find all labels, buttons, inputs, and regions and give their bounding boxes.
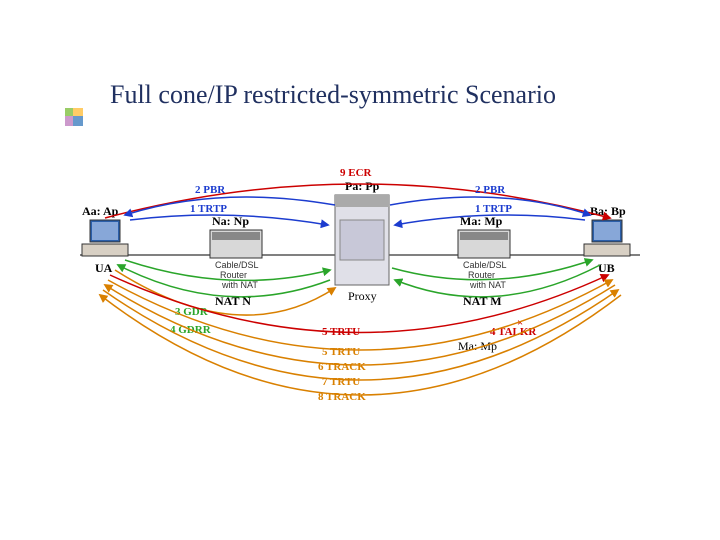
pc-ua-icon — [82, 220, 128, 256]
ua-name: UA — [95, 261, 113, 275]
step-3: 3 GDR — [175, 306, 209, 318]
nat-n-desc3: with NAT — [221, 280, 258, 290]
nat-n-desc1: Cable/DSL — [215, 260, 259, 270]
proxy-name: Proxy — [348, 289, 377, 303]
pc-ub-icon — [584, 220, 630, 256]
title-bullet-icon — [65, 108, 85, 128]
step-5b: 5 TRTU — [322, 346, 360, 358]
ub-addr: Ba: Bp — [590, 204, 626, 218]
step-6: 6 TRACK — [318, 361, 366, 373]
nat-m-desc2: Router — [468, 270, 495, 280]
step-7: 7 TRTU — [322, 376, 360, 388]
ub-name: UB — [598, 261, 615, 275]
nat-m-desc1: Cable/DSL — [463, 260, 507, 270]
step-1-right: 1 TRTP — [475, 203, 512, 215]
nat-m-desc3: with NAT — [469, 280, 506, 290]
step-8: 8 TRACK — [318, 391, 366, 403]
nat-n-desc2: Router — [220, 270, 247, 280]
proxy-icon — [335, 195, 389, 285]
proxy-addr: Pa: Pp — [345, 179, 380, 193]
mamp-label: Ma: Mp — [458, 339, 497, 353]
step-9: 9 ECR — [340, 167, 373, 179]
slide-root: Full cone/IP restricted-symmetric Scenar… — [0, 0, 720, 540]
slide-title-block: Full cone/IP restricted-symmetric Scenar… — [80, 80, 640, 110]
nat-m-icon — [458, 230, 510, 258]
step-1-left: 1 TRTP — [190, 203, 227, 215]
nat-n-icon — [210, 230, 262, 258]
slide-title: Full cone/IP restricted-symmetric Scenar… — [110, 80, 640, 110]
step-2-right: 2 PBR — [475, 184, 506, 196]
step-2-left: 2 PBR — [195, 184, 226, 196]
network-diagram: Aa: Ap UA Na: Np Cable/DSL Router with N… — [70, 160, 650, 440]
